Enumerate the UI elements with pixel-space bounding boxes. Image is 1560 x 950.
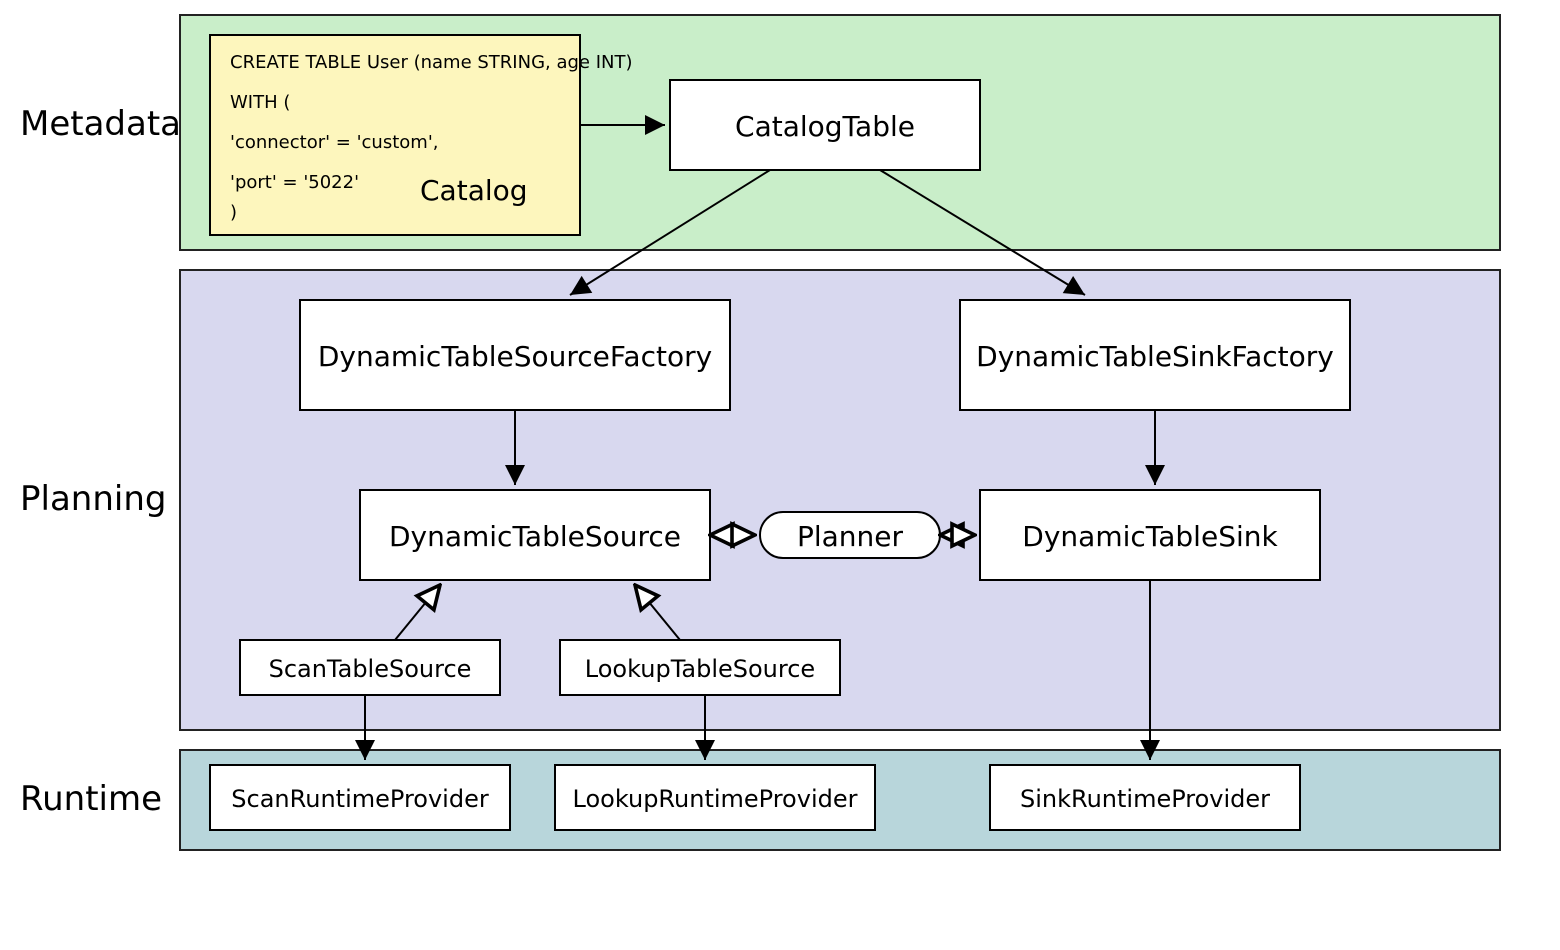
- text-catalogtable: CatalogTable: [735, 110, 915, 143]
- text-planner: Planner: [797, 520, 904, 553]
- label-runtime: Runtime: [20, 779, 162, 819]
- diagram-canvas: Metadata Planning Runtime CREATE TABLE U…: [0, 0, 1560, 950]
- code-line: WITH (: [230, 92, 290, 113]
- label-metadata: Metadata: [20, 104, 181, 144]
- catalog-label: Catalog: [420, 174, 528, 207]
- text-scanruntime: ScanRuntimeProvider: [231, 785, 489, 813]
- text-lookupruntime: LookupRuntimeProvider: [573, 785, 858, 813]
- text-sourcefactory: DynamicTableSourceFactory: [318, 340, 712, 373]
- text-lookupsource: LookupTableSource: [585, 655, 815, 683]
- text-scansource: ScanTableSource: [269, 655, 472, 683]
- text-sink: DynamicTableSink: [1022, 520, 1278, 553]
- text-source: DynamicTableSource: [389, 520, 681, 553]
- code-line: 'port' = '5022': [230, 172, 359, 193]
- code-line: 'connector' = 'custom',: [230, 132, 439, 153]
- text-sinkruntime: SinkRuntimeProvider: [1020, 785, 1270, 813]
- label-planning: Planning: [20, 479, 166, 519]
- text-sinkfactory: DynamicTableSinkFactory: [976, 340, 1334, 373]
- code-line: ): [230, 202, 237, 223]
- code-line: CREATE TABLE User (name STRING, age INT): [230, 52, 633, 73]
